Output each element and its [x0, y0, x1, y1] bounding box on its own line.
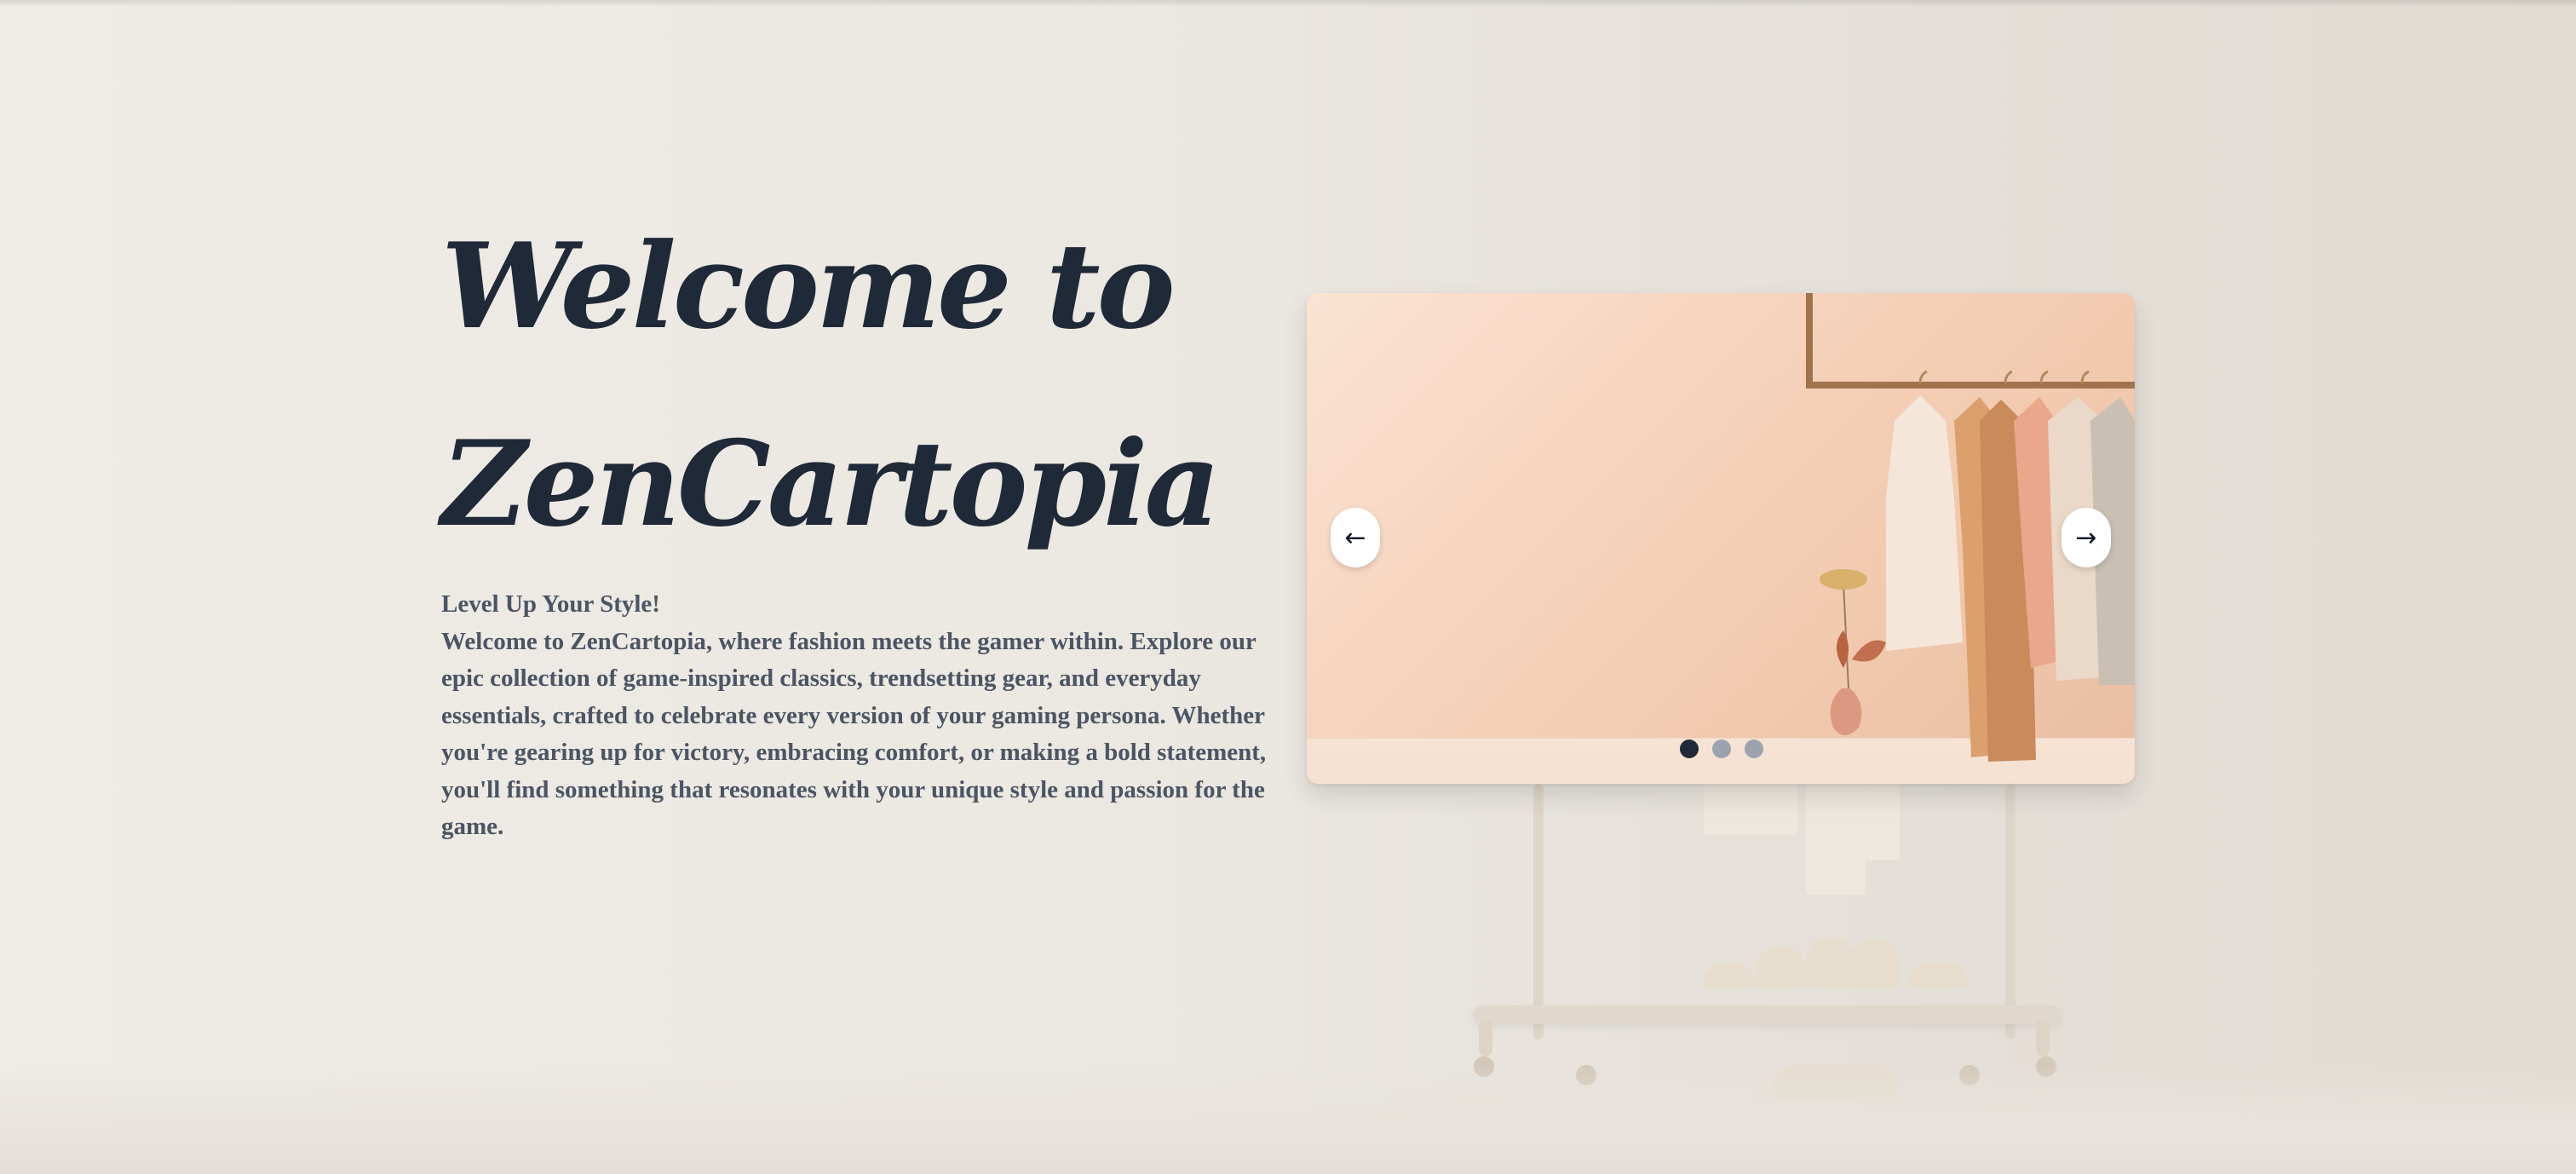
- image-carousel: ← →: [1307, 293, 2135, 784]
- hero-title-line-1: Welcome to: [441, 216, 1176, 355]
- top-shadow: [0, 0, 2576, 7]
- carousel-indicators: [1680, 740, 1763, 760]
- hero-description: Welcome to ZenCartopia, where fashion me…: [441, 627, 1267, 841]
- carousel-next-button[interactable]: →: [2061, 508, 2111, 567]
- carousel-dot-1[interactable]: [1680, 740, 1699, 758]
- arrow-right-icon: →: [2075, 522, 2097, 553]
- carousel-dot-3[interactable]: [1745, 740, 1763, 758]
- carousel-slide-image: [1307, 293, 2135, 784]
- floor-background: [0, 1065, 2576, 1174]
- clothing-rack-illustration: [1820, 370, 2135, 762]
- hero-copy: Level Up Your Style! Welcome to ZenCarto…: [441, 586, 1276, 846]
- hero-subtitle: Level Up Your Style!: [441, 590, 660, 618]
- arrow-left-icon: ←: [1344, 522, 1366, 553]
- hero-title-line-2: ZenCartopia: [441, 414, 1221, 553]
- carousel-prev-button[interactable]: ←: [1331, 508, 1380, 567]
- hero-title: Welcome to ZenCartopia: [441, 187, 1276, 583]
- carousel-dot-2[interactable]: [1712, 740, 1731, 758]
- background-rack-image: [1448, 750, 2096, 1116]
